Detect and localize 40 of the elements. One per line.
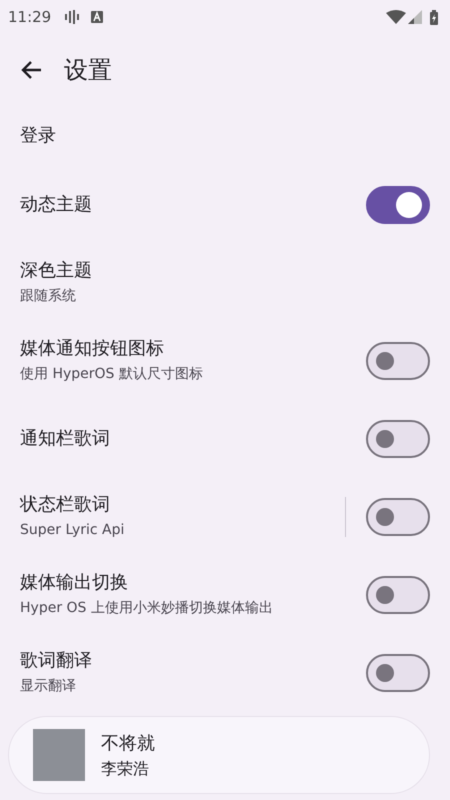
settings-item[interactable]: 媒体输出切换 Hyper OS 上使用小米妙播切换媒体输出 [0,556,450,634]
setting-title: 媒体输出切换 [20,570,129,594]
song-artist: 李荣浩 [101,758,150,780]
page-title: 设置 [64,55,112,86]
setting-title: 状态栏歌词 [20,492,111,516]
setting-subtitle: 使用 HyperOS 默认尺寸图标 [20,365,204,384]
back-button[interactable] [20,60,42,80]
album-art-placeholder [33,729,85,781]
setting-title: 动态主题 [20,193,93,217]
setting-title: 媒体通知按钮图标 [20,336,165,360]
clock-time: 11:29 [8,6,52,28]
wifi-icon [386,10,406,24]
toggle-switch[interactable] [366,498,430,536]
setting-title: 深色主题 [20,258,93,282]
setting-title: 歌词翻译 [20,648,93,672]
signal-icon [408,10,422,24]
setting-subtitle: 显示翻译 [20,677,77,696]
setting-title: 登录 [20,124,57,148]
sound-bars-icon [65,10,80,24]
setting-subtitle: Hyper OS 上使用小米妙播切换媒体输出 [20,599,274,618]
settings-item[interactable]: 登录 [0,106,450,166]
toggle-switch[interactable] [366,576,430,614]
setting-subtitle: Super Lyric Api [20,521,126,540]
battery-icon [430,10,438,24]
settings-item[interactable]: 深色主题 跟随系统 [0,244,450,322]
setting-title: 通知栏歌词 [20,427,111,451]
toggle-switch[interactable] [366,654,430,692]
toggle-switch[interactable] [366,342,430,380]
settings-item[interactable]: 状态栏歌词 Super Lyric Api [0,478,450,556]
back-arrow-icon [20,60,42,80]
settings-item[interactable]: 歌词翻译 显示翻译 [0,634,450,712]
keyboard-a-icon [91,11,104,23]
toggle-switch[interactable] [366,186,430,224]
settings-item[interactable]: 媒体通知按钮图标 使用 HyperOS 默认尺寸图标 [0,322,450,400]
toggle-switch[interactable] [366,420,430,458]
mini-player[interactable]: 不将就 李荣浩 [8,716,430,794]
settings-item[interactable]: 通知栏歌词 [0,400,450,478]
settings-item[interactable]: 动态主题 [0,166,450,244]
song-title: 不将就 [101,732,155,756]
setting-subtitle: 跟随系统 [20,287,77,306]
